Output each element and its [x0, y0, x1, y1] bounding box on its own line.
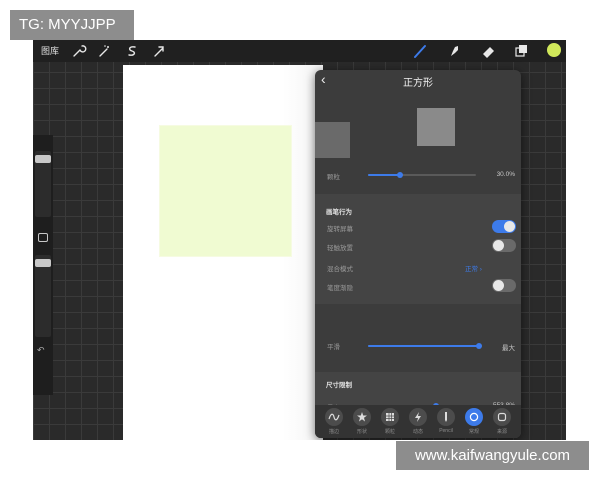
- opacity-thumb[interactable]: [35, 259, 51, 267]
- panel-header: ‹ 正方形: [315, 70, 521, 90]
- smoothing-slider-fill: [368, 345, 479, 347]
- tap-to-place-label: 轻触放置: [327, 245, 353, 252]
- general-icon: [465, 408, 483, 426]
- drawn-square: [159, 125, 292, 257]
- tab-label: 来源: [496, 429, 507, 435]
- tab-label: 常规: [468, 429, 479, 435]
- selection-icon[interactable]: [123, 41, 141, 61]
- toggle-knob: [504, 221, 515, 232]
- brush-settings-tab-bar: 描边 形状 颗粒 动态 Pencil 常规 来源: [315, 405, 521, 438]
- panel-title: 正方形: [403, 78, 433, 89]
- smudge-icon[interactable]: [445, 41, 463, 61]
- tab-label: 描边: [328, 429, 339, 435]
- tab-grain[interactable]: 颗粒: [379, 408, 401, 436]
- stroke-behavior-title: 画笔行为: [326, 209, 352, 216]
- procreate-app: 图库 ↶ ‹ 正方形 颗粒 30.0% 画笔行为 旋转屏幕 轻触放置 混合模式 …: [33, 40, 566, 440]
- tab-label: Pencil: [439, 428, 453, 434]
- modify-button[interactable]: [38, 233, 48, 242]
- brush-icon[interactable]: [411, 41, 429, 61]
- undo-icon[interactable]: ↶: [37, 345, 45, 356]
- tab-source[interactable]: 来源: [491, 408, 513, 436]
- smoothing-slider-knob[interactable]: [475, 343, 482, 349]
- brush-preview-secondary: [315, 122, 350, 158]
- blend-mode-value[interactable]: 正常 ›: [465, 263, 482, 273]
- brush-size-thumb[interactable]: [35, 155, 51, 163]
- blend-mode-label: 混合模式: [327, 266, 353, 273]
- grain-value: 30.0%: [496, 171, 515, 178]
- color-picker-button[interactable]: [547, 43, 561, 57]
- tab-pencil[interactable]: Pencil: [435, 408, 457, 436]
- left-sidebar: ↶: [33, 135, 53, 395]
- size-limits-title: 尺寸限制: [326, 382, 352, 389]
- magic-wand-icon[interactable]: [95, 41, 113, 61]
- smoothing-label: 平滑: [327, 344, 340, 351]
- pencil-icon: [437, 408, 455, 426]
- gallery-button[interactable]: 图库: [41, 44, 59, 57]
- tab-dynamics[interactable]: 动态: [407, 408, 429, 436]
- smoothing-value: 最大: [502, 345, 515, 352]
- stroke-behavior-section: 画笔行为 旋转屏幕 轻触放置 混合模式 正常 › 笔度渐隐: [315, 194, 521, 304]
- shape-icon: [353, 408, 371, 426]
- layers-icon[interactable]: [512, 41, 530, 61]
- grain-slider[interactable]: [368, 172, 476, 178]
- brush-preview: [417, 108, 455, 146]
- brush-settings-panel: ‹ 正方形 颗粒 30.0% 画笔行为 旋转屏幕 轻触放置 混合模式 正常 › …: [315, 70, 521, 438]
- tap-to-place-toggle[interactable]: [492, 239, 516, 252]
- dynamics-icon: [409, 408, 427, 426]
- rotate-screen-toggle[interactable]: [492, 220, 516, 233]
- grain-slider-fill: [368, 174, 401, 176]
- toggle-knob: [493, 240, 504, 251]
- rotate-screen-label: 旋转屏幕: [327, 226, 353, 233]
- tab-stroke-path[interactable]: 描边: [323, 408, 345, 436]
- tab-general[interactable]: 常规: [463, 408, 485, 436]
- tab-label: 动态: [412, 429, 423, 435]
- watermark-bottom-right: www.kaifwangyule.com: [396, 441, 589, 470]
- taper-toggle[interactable]: [492, 279, 516, 292]
- wrench-icon[interactable]: [69, 41, 87, 61]
- smoothing-slider[interactable]: [368, 343, 482, 349]
- tab-label: 颗粒: [384, 429, 395, 435]
- tab-label: 形状: [356, 429, 367, 435]
- eraser-icon[interactable]: [479, 41, 497, 61]
- top-toolbar: 图库: [33, 40, 566, 62]
- stroke-path-icon: [325, 408, 343, 426]
- grain-icon: [381, 408, 399, 426]
- taper-label: 笔度渐隐: [327, 285, 353, 292]
- tab-shape[interactable]: 形状: [351, 408, 373, 436]
- transform-arrow-icon[interactable]: [150, 41, 168, 61]
- watermark-top-left: TG: MYYJJPP: [10, 10, 134, 40]
- grain-label: 颗粒: [327, 174, 340, 181]
- source-icon: [493, 408, 511, 426]
- toggle-knob: [493, 280, 504, 291]
- opacity-track[interactable]: [35, 255, 51, 337]
- grain-slider-knob[interactable]: [397, 172, 404, 178]
